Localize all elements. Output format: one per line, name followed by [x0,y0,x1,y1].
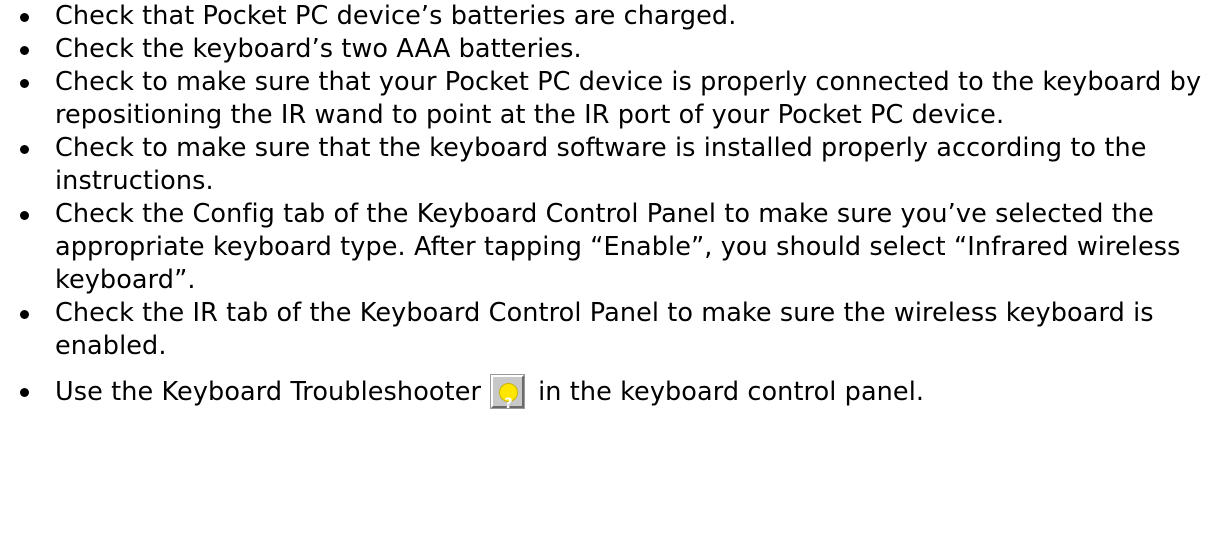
list-item: Check that Pocket PC device’s batteries … [0,0,1205,33]
bullet-icon [20,211,29,220]
list-item-text: Check to make sure that the keyboard sof… [55,133,1147,196]
keyboard-troubleshooter-button[interactable]: ? [490,374,526,412]
bullet-icon [20,13,29,22]
list-item: Check to make sure that the keyboard sof… [0,132,1205,198]
list-item: Check the Config tab of the Keyboard Con… [0,198,1205,297]
troubleshooting-list: Check that Pocket PC device’s batteries … [0,0,1205,412]
list-item: Check the IR tab of the Keyboard Control… [0,297,1205,363]
list-item: Check to make sure that your Pocket PC d… [0,66,1205,132]
list-item-text: Check the IR tab of the Keyboard Control… [55,298,1154,361]
list-item-text-before: Use the Keyboard Troubleshooter [55,377,482,407]
list-item: Use the Keyboard Troubleshooter? in the k… [0,374,1205,412]
help-question-icon: ? [499,383,519,412]
list-item-text: Check to make sure that your Pocket PC d… [55,67,1202,130]
list-item: Check the keyboard’s two AAA batteries. [0,33,1205,66]
bullet-icon [20,145,29,154]
list-item-text-after: in the keyboard control panel. [538,377,925,407]
list-item-text: Check the Config tab of the Keyboard Con… [55,199,1181,295]
list-item-text: Check that Pocket PC device’s batteries … [55,1,737,31]
bullet-icon [20,79,29,88]
bullet-icon [20,310,29,319]
list-item-text: Check the keyboard’s two AAA batteries. [55,34,582,64]
bullet-icon [20,46,29,55]
help-question-glyph: ? [504,396,513,412]
troubleshooting-document: Check that Pocket PC device’s batteries … [0,0,1205,533]
bullet-icon [20,388,29,397]
